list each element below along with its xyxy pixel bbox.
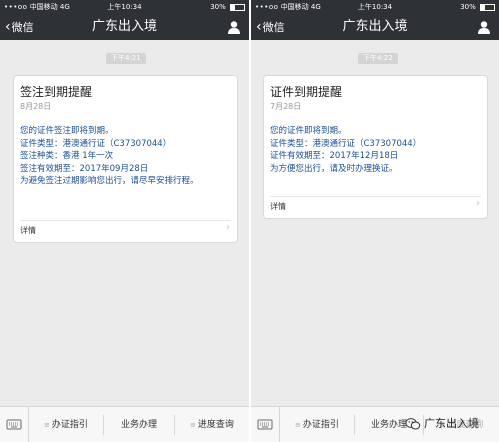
card-line: 证件类型：港澳通行证（C37307044） [270,138,422,149]
card-line: 证件类型：港澳通行证（C37307044） [20,138,172,149]
chevron-right-icon: › [226,222,230,233]
keyboard-icon [6,419,22,430]
card-line: 签注有效期至：2017年09月28日 [20,163,149,174]
menu-item-label: 办证指引 [302,420,339,430]
bottom-menu-bar: ≡ 办证指引 业务办理 ≡ 进度查询 [0,406,249,442]
battery-icon [480,3,495,11]
card-line: 证件有效期至：2017年12月18日 [270,151,399,161]
battery-percent: 30% [460,3,476,11]
card-divider [270,196,481,197]
card-body: 您的证件即将到期。 证件类型：港澳通行证（C37307044） 证件有效期至：2… [270,125,481,175]
status-bar: •••oo 中国移动 4G 上午10:34 30% [251,0,499,14]
chevron-right-icon: › [476,198,480,209]
menu-item-label: 业务办理 [120,420,157,430]
person-icon[interactable] [477,20,491,34]
card-line: 您的证件即将到期。 [270,126,347,136]
message-timestamp: 下午4:22 [358,53,398,64]
menu-item-label: 业务办理 [370,420,407,430]
left-phone-screen: •••oo 中国移动 4G 上午10:34 30% ‹微信 广东出入境 下午4:… [0,0,249,442]
watermark-text: 广东出入境 [424,417,479,430]
menu-lines-icon: ≡ [295,421,301,429]
menu-item-guide[interactable]: ≡ 办证指引 [280,407,354,442]
screenshot-root: •••oo 中国移动 4G 上午10:34 30% ‹微信 广东出入境 下午4:… [0,0,499,442]
menu-item-progress[interactable]: ≡ 进度查询 [175,407,249,442]
template-message-card[interactable]: 签注到期提醒 8月28日 您的证件签注即将到期。 证件类型：港澳通行证（C373… [13,75,238,243]
menu-item-label: 办证指引 [51,420,88,430]
status-right: 30% [460,0,495,14]
card-divider [20,220,231,221]
account-watermark: 广东出入境 [405,410,479,438]
right-phone-screen: •••oo 中国移动 4G 上午10:34 30% ‹微信 广东出入境 下午4:… [251,0,499,442]
card-line: 为方便您出行，请及时办理换证。 [270,163,398,174]
template-message-card[interactable]: 证件到期提醒 7月28日 您的证件即将到期。 证件类型：港澳通行证（C37307… [263,75,488,219]
details-link[interactable]: 详情 [20,225,36,236]
card-line: 签注种类：香港 1年一次 [20,151,114,161]
menu-item-guide[interactable]: ≡ 办证指引 [29,407,103,442]
card-body: 您的证件签注即将到期。 证件类型：港澳通行证（C37307044） 签注种类：香… [20,125,231,188]
menu-lines-icon: ≡ [190,421,196,429]
card-line: 您的证件签注即将到期。 [20,126,114,136]
nav-bar: ‹微信 广东出入境 [251,14,499,40]
card-title: 签注到期提醒 [20,85,93,99]
details-link[interactable]: 详情 [270,201,286,212]
person-icon[interactable] [227,20,241,34]
nav-bar: ‹微信 广东出入境 [0,14,249,40]
card-title: 证件到期提醒 [270,85,343,99]
wechat-logo-icon [405,418,421,430]
card-date: 7月28日 [270,102,302,111]
menu-item-label: 进度查询 [197,420,234,430]
status-bar: •••oo 中国移动 4G 上午10:34 30% [0,0,249,14]
card-date: 8月28日 [20,102,52,111]
status-right: 30% [210,0,245,14]
keyboard-icon [257,419,273,430]
keyboard-toggle[interactable] [251,407,280,442]
menu-lines-icon: ≡ [44,421,50,429]
nav-title: 广东出入境 [91,19,157,34]
card-line: 为避免签注过期影响您出行，请尽早安排行程。 [20,176,199,186]
battery-icon [230,3,245,11]
message-timestamp: 下午4:21 [106,53,146,64]
nav-title: 广东出入境 [342,19,408,34]
keyboard-toggle[interactable] [0,407,29,442]
battery-percent: 30% [210,3,226,11]
menu-item-business[interactable]: 业务办理 [104,407,174,442]
